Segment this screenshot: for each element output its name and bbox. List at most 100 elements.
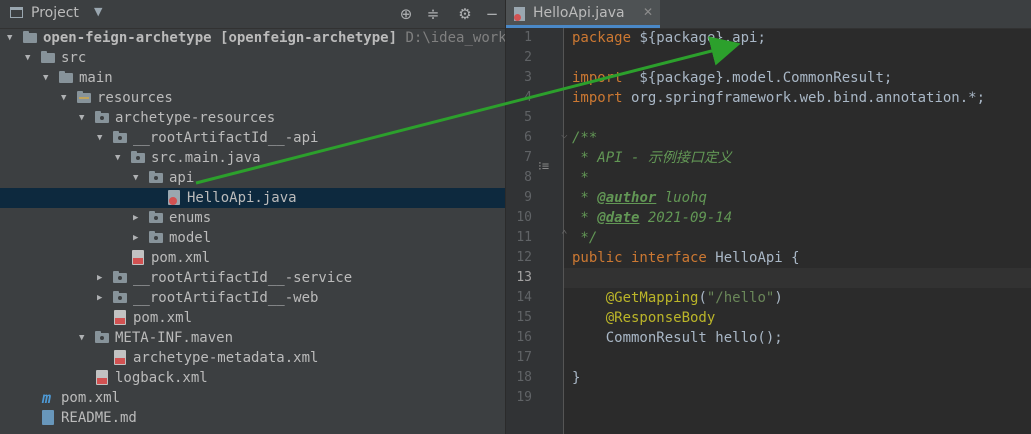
line-number: 10 xyxy=(516,210,532,225)
javadoc-tag: @author xyxy=(597,190,657,206)
chevron-down-icon[interactable]: ▼ xyxy=(61,88,73,108)
xml-file-icon xyxy=(96,370,108,385)
project-toolbar: Project ▼ ⊕ ≑ ⚙ − xyxy=(0,0,505,29)
folder-icon xyxy=(113,291,127,303)
code-token: interface xyxy=(622,250,707,266)
editor-panel: HelloApi.java ✕ 1 2 3 4 5 6 7 8 9 10 11 … xyxy=(506,0,1031,434)
chevron-right-icon[interactable]: ▶ xyxy=(133,228,145,248)
folder-icon xyxy=(41,51,55,63)
code-line[interactable]: * xyxy=(572,168,588,188)
editor-tab-bar: HelloApi.java ✕ xyxy=(506,0,1031,29)
tree-item-service-module[interactable]: ▶ __rootArtifactId__-service xyxy=(0,268,505,288)
tree-item-meta-inf-maven[interactable]: ▼ META-INF.maven xyxy=(0,328,505,348)
chevron-down-icon[interactable]: ▼ xyxy=(133,168,145,188)
tree-item-open-feign-archetype[interactable]: ▼ open-feign-archetype [openfeign-archet… xyxy=(0,28,505,48)
tree-item-readme-md[interactable]: README.md xyxy=(0,408,505,428)
code-line[interactable]: * @date 2021-09-14 xyxy=(572,208,732,228)
code-line[interactable]: * API - 示例接口定义 xyxy=(572,148,731,168)
code-line[interactable]: @GetMapping("/hello") xyxy=(572,288,783,308)
line-number: 18 xyxy=(516,370,532,385)
chevron-right-icon[interactable]: ▶ xyxy=(97,288,109,308)
gear-icon[interactable]: ⚙ xyxy=(455,4,475,24)
chevron-down-icon[interactable]: ▼ xyxy=(97,128,109,148)
line-number-gutter: 1 2 3 4 5 6 7 8 9 10 11 12 13 14 15 16 1… xyxy=(506,28,564,434)
fold-start-icon[interactable]: ⌵ xyxy=(561,128,568,141)
tab-label: HelloApi.java xyxy=(533,5,625,21)
line-number: 19 xyxy=(516,390,532,405)
code-token: org.springframework.web.bind.annotation.… xyxy=(622,90,986,106)
tree-item-label: HelloApi.java xyxy=(187,190,297,206)
folder-icon xyxy=(149,171,163,183)
chevron-down-icon[interactable]: ▼ xyxy=(115,148,127,168)
locate-icon[interactable]: ⊕ xyxy=(396,4,416,24)
tab-helloapi-java[interactable]: HelloApi.java ✕ xyxy=(506,0,660,28)
tree-item-src-main-java[interactable]: ▼ src.main.java xyxy=(0,148,505,168)
code-line[interactable]: /** xyxy=(572,128,597,148)
tree-item-label: src xyxy=(61,50,87,66)
collapse-all-icon[interactable]: ≑ xyxy=(423,4,443,24)
tree-item-archetype-metadata-xml[interactable]: archetype-metadata.xml xyxy=(0,348,505,368)
line-number: 13 xyxy=(516,270,532,285)
code-token: ${package}.model.CommonResult; xyxy=(622,70,893,86)
tree-item-pom-xml[interactable]: m pom.xml xyxy=(0,388,505,408)
tree-item-resources[interactable]: ▼ resources xyxy=(0,88,505,108)
tree-item-label: __rootArtifactId__-api xyxy=(133,130,319,146)
code-line[interactable]: package ${package}.api; xyxy=(572,28,766,48)
string-token: "/hello" xyxy=(706,290,775,306)
tree-item-enums[interactable]: ▶ enums xyxy=(0,208,505,228)
folder-icon xyxy=(59,71,73,83)
project-panel: Project ▼ ⊕ ≑ ⚙ − ▼ open-feign-archetype… xyxy=(0,0,505,434)
chevron-down-icon[interactable]: ▼ xyxy=(43,68,55,88)
code-token: 2021-09-14 xyxy=(639,210,733,226)
minimize-icon[interactable]: − xyxy=(482,4,502,24)
chevron-down-icon[interactable]: ▼ xyxy=(94,5,102,18)
code-line[interactable]: CommonResult hello(); xyxy=(572,328,783,348)
tree-item-label: pom.xml xyxy=(133,310,193,326)
module-name: [openfeign-archetype] xyxy=(220,30,398,46)
doc-render-icon[interactable]: ⁝≡ xyxy=(538,159,549,173)
chevron-down-icon[interactable]: ▼ xyxy=(25,48,37,68)
line-number: 2 xyxy=(524,50,532,65)
project-title[interactable]: Project xyxy=(31,5,79,21)
folder-icon xyxy=(113,271,127,283)
code-token: * xyxy=(572,190,598,206)
code-line[interactable]: public interface HelloApi { xyxy=(572,248,800,268)
tree-item-logback-xml[interactable]: logback.xml xyxy=(0,368,505,388)
code-line[interactable]: * @author luohq xyxy=(572,188,706,208)
tree-item-api-module[interactable]: ▼ __rootArtifactId__-api xyxy=(0,128,505,148)
tree-item-src[interactable]: ▼ src xyxy=(0,48,505,68)
java-file-icon xyxy=(168,190,180,205)
tree-item-pom-xml[interactable]: pom.xml xyxy=(0,308,505,328)
tree-item-label: enums xyxy=(169,210,212,226)
tree-item-main[interactable]: ▼ main xyxy=(0,68,505,88)
code-token: ${package}.api; xyxy=(631,30,766,46)
xml-file-icon xyxy=(132,250,144,265)
code-line[interactable]: } xyxy=(572,368,580,388)
annotation-token: @GetMapping xyxy=(572,290,699,306)
code-line[interactable]: import ${package}.model.CommonResult; xyxy=(572,68,892,88)
tree-item-archetype-resources[interactable]: ▼ archetype-resources xyxy=(0,108,505,128)
tree-item-label: open-feign-archetype xyxy=(43,30,212,46)
fold-end-icon[interactable]: ⌃ xyxy=(561,228,568,241)
tree-item-web-module[interactable]: ▶ __rootArtifactId__-web xyxy=(0,288,505,308)
tree-item-label: META-INF.maven xyxy=(115,330,234,346)
code-line[interactable]: */ xyxy=(572,228,597,248)
chevron-down-icon[interactable]: ▼ xyxy=(79,328,91,348)
code-line[interactable]: @ResponseBody xyxy=(572,308,716,328)
line-number: 1 xyxy=(524,30,532,45)
tree-item-label: pom.xml xyxy=(61,390,121,406)
chevron-right-icon[interactable]: ▶ xyxy=(97,268,109,288)
chevron-down-icon[interactable]: ▼ xyxy=(7,28,19,48)
tree-item-label: pom.xml xyxy=(151,250,211,266)
tree-item-pom-xml[interactable]: pom.xml xyxy=(0,248,505,268)
close-icon[interactable]: ✕ xyxy=(643,5,653,19)
chevron-down-icon[interactable]: ▼ xyxy=(79,108,91,128)
tree-item-api[interactable]: ▼ api xyxy=(0,168,505,188)
tree-item-helloapi-java[interactable]: HelloApi.java xyxy=(0,188,505,208)
javadoc-tag: @date xyxy=(597,210,640,226)
tree-item-model[interactable]: ▶ model xyxy=(0,228,505,248)
code-line[interactable]: import org.springframework.web.bind.anno… xyxy=(572,88,985,108)
code-token: public xyxy=(572,250,623,266)
chevron-right-icon[interactable]: ▶ xyxy=(133,208,145,228)
maven-icon: m xyxy=(42,389,52,407)
